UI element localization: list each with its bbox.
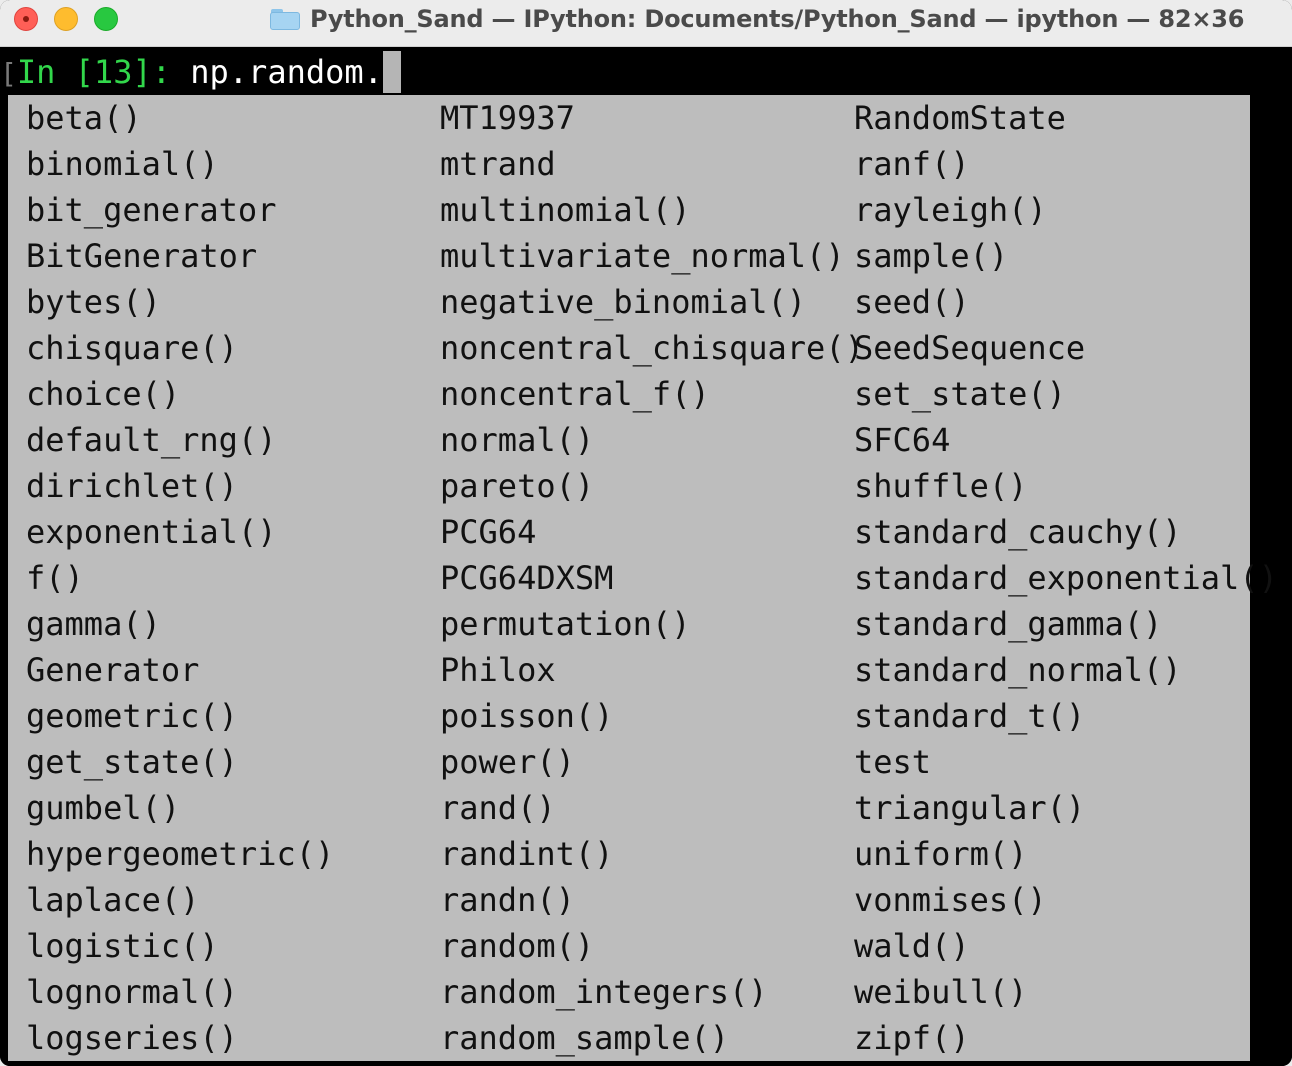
completion-item[interactable]: standard_exponential() <box>854 555 1278 601</box>
completion-item[interactable]: standard_normal() <box>854 647 1278 693</box>
completion-item[interactable]: gumbel() <box>26 785 334 831</box>
completion-item[interactable]: standard_t() <box>854 693 1278 739</box>
completion-item[interactable]: test <box>854 739 1278 785</box>
completion-item[interactable]: RandomState <box>854 95 1278 141</box>
prompt-in-label: In <box>16 53 75 91</box>
completion-item[interactable]: BitGenerator <box>26 233 334 279</box>
completion-item[interactable]: Philox <box>440 647 864 693</box>
completion-column-2: MT19937 mtrand multinomial() multivariate_n… <box>440 95 864 1061</box>
completion-item[interactable]: uniform() <box>854 831 1278 877</box>
completion-item[interactable]: multivariate_normal() <box>440 233 864 279</box>
completion-menu[interactable]: beta() binomial() bit_generator BitGenerato… <box>8 95 1278 1061</box>
window-title-area: Python_Sand — IPython: Documents/Python_… <box>270 0 1244 38</box>
completion-item[interactable]: randint() <box>440 831 864 877</box>
completion-item[interactable]: permutation() <box>440 601 864 647</box>
text-cursor <box>382 51 401 93</box>
completion-item[interactable]: gamma() <box>26 601 334 647</box>
completion-column-1: beta() binomial() bit_generator BitGenerato… <box>26 95 334 1061</box>
command-input[interactable]: np.random. <box>190 53 383 91</box>
completion-item[interactable]: power() <box>440 739 864 785</box>
completion-column-3: RandomState ranf() rayleigh() sample() seed(… <box>854 95 1278 1061</box>
completion-item[interactable]: noncentral_chisquare() <box>440 325 864 371</box>
completion-item[interactable]: choice() <box>26 371 334 417</box>
completion-item[interactable]: random_sample() <box>440 1015 864 1061</box>
completion-item[interactable]: rand() <box>440 785 864 831</box>
title-bar[interactable]: Python_Sand — IPython: Documents/Python_… <box>0 0 1292 47</box>
completion-item[interactable]: weibull() <box>854 969 1278 1015</box>
completion-item[interactable]: PCG64DXSM <box>440 555 864 601</box>
completion-item[interactable]: default_rng() <box>26 417 334 463</box>
completion-item[interactable]: vonmises() <box>854 877 1278 923</box>
completion-item[interactable]: logseries() <box>26 1015 334 1061</box>
completion-item[interactable]: negative_binomial() <box>440 279 864 325</box>
completion-item[interactable]: f() <box>26 555 334 601</box>
completion-item[interactable]: MT19937 <box>440 95 864 141</box>
completion-item[interactable]: randn() <box>440 877 864 923</box>
completion-item[interactable]: set_state() <box>854 371 1278 417</box>
completion-item[interactable]: standard_cauchy() <box>854 509 1278 555</box>
completion-item[interactable]: chisquare() <box>26 325 334 371</box>
minimize-button[interactable] <box>54 7 78 31</box>
completion-item[interactable]: poisson() <box>440 693 864 739</box>
folder-icon <box>270 8 300 30</box>
prompt-number: [13]: <box>74 53 191 91</box>
completion-item[interactable]: normal() <box>440 417 864 463</box>
completion-item[interactable]: random() <box>440 923 864 969</box>
completion-item[interactable]: beta() <box>26 95 334 141</box>
completion-item[interactable]: shuffle() <box>854 463 1278 509</box>
completion-item[interactable]: logistic() <box>26 923 334 969</box>
completion-item[interactable]: get_state() <box>26 739 334 785</box>
prompt-bracket: [ <box>0 57 17 90</box>
completion-item[interactable]: binomial() <box>26 141 334 187</box>
completion-item[interactable]: pareto() <box>440 463 864 509</box>
completion-item[interactable]: random_integers() <box>440 969 864 1015</box>
window-title: Python_Sand — IPython: Documents/Python_… <box>310 5 1245 33</box>
completion-item[interactable]: bit_generator <box>26 187 334 233</box>
completion-item[interactable]: hypergeometric() <box>26 831 334 877</box>
completion-item[interactable]: multinomial() <box>440 187 864 233</box>
prompt-line: [In [13]: np.random. <box>0 49 401 95</box>
completion-item[interactable]: sample() <box>854 233 1278 279</box>
completion-item[interactable]: bytes() <box>26 279 334 325</box>
completion-item[interactable]: standard_gamma() <box>854 601 1278 647</box>
terminal-content[interactable]: [In [13]: np.random. beta() binomial() bit… <box>0 47 1292 1066</box>
completion-item[interactable]: SFC64 <box>854 417 1278 463</box>
completion-item[interactable]: PCG64 <box>440 509 864 555</box>
completion-item[interactable]: SeedSequence <box>854 325 1278 371</box>
completion-item[interactable]: geometric() <box>26 693 334 739</box>
completion-item[interactable]: Generator <box>26 647 334 693</box>
close-button[interactable] <box>14 7 38 31</box>
zoom-button[interactable] <box>94 7 118 31</box>
completion-item[interactable]: lognormal() <box>26 969 334 1015</box>
completion-item[interactable]: zipf() <box>854 1015 1278 1061</box>
completion-item[interactable]: dirichlet() <box>26 463 334 509</box>
completion-item[interactable]: mtrand <box>440 141 864 187</box>
close-icon <box>23 16 29 22</box>
completion-item[interactable]: rayleigh() <box>854 187 1278 233</box>
completion-item[interactable]: triangular() <box>854 785 1278 831</box>
completion-item[interactable]: wald() <box>854 923 1278 969</box>
completion-item[interactable]: ranf() <box>854 141 1278 187</box>
completion-item[interactable]: exponential() <box>26 509 334 555</box>
completion-item[interactable]: noncentral_f() <box>440 371 864 417</box>
completion-item[interactable]: seed() <box>854 279 1278 325</box>
terminal-window: Python_Sand — IPython: Documents/Python_… <box>0 0 1292 1066</box>
completion-item[interactable]: laplace() <box>26 877 334 923</box>
